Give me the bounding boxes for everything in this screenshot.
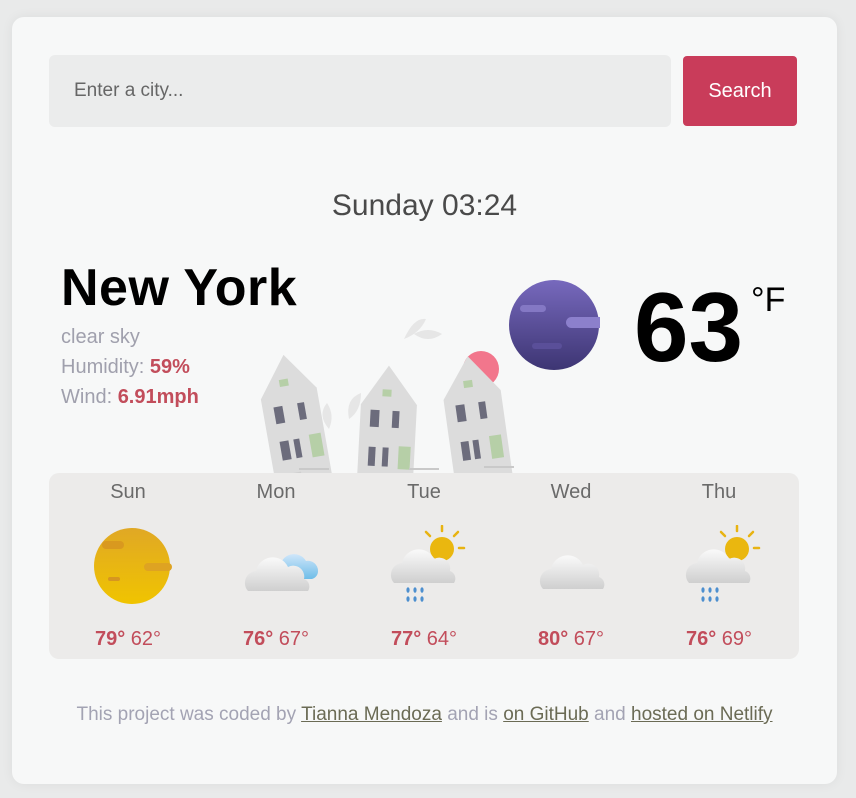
- forecast-temps: 76° 69°: [645, 628, 793, 651]
- forecast-max: 76°: [685, 628, 717, 650]
- wind-value: 6.91mph: [117, 386, 199, 408]
- forecast-min: 67°: [573, 628, 605, 650]
- houses-illustration: [234, 318, 544, 494]
- forecast-day-name: Thu: [701, 481, 737, 503]
- sun-icon: [94, 528, 172, 604]
- wind-row: Wind: 6.91mph: [61, 382, 199, 412]
- forecast-day-thu: Thu 76° 69°: [645, 473, 793, 659]
- sun-rain-icon: [685, 525, 761, 602]
- temperature-unit: °F: [751, 281, 786, 319]
- footer: This project was coded by Tianna Mendoza…: [12, 704, 837, 726]
- description: clear sky: [61, 326, 140, 348]
- forecast-max: 80°: [537, 628, 569, 650]
- cloud-icon: [539, 555, 605, 589]
- forecast-day-name: Mon: [256, 481, 296, 503]
- forecast-day-mon: Mon 76° 67°: [202, 473, 350, 659]
- search-input[interactable]: [49, 55, 671, 127]
- forecast-min: 69°: [721, 628, 753, 650]
- forecast-temps: 80° 67°: [497, 628, 645, 651]
- sun-rain-icon: [390, 525, 466, 602]
- weather-details: clear sky Humidity: 59% Wind: 6.91mph: [61, 322, 199, 412]
- current-datetime: Sunday 03:24: [331, 189, 518, 222]
- netlify-link[interactable]: hosted on Netlify: [631, 704, 773, 725]
- cloud-icon: [244, 554, 319, 591]
- forecast-min: 64°: [426, 628, 458, 650]
- forecast-temps: 77° 64°: [350, 628, 498, 651]
- footer-text: This project was coded by: [76, 704, 297, 725]
- forecast-temps: 79° 62°: [54, 628, 202, 651]
- author-link[interactable]: Tianna Mendoza: [301, 704, 442, 725]
- footer-text: and is: [447, 704, 498, 725]
- current-temperature: 63: [634, 272, 744, 382]
- forecast-day-tue: Tue 77° 64°: [350, 473, 498, 659]
- forecast-panel: Sun 79° 62° Mon 76° 67° Tue 77° 64° Wed …: [49, 473, 799, 659]
- forecast-max: 79°: [94, 628, 126, 650]
- forecast-day-name: Wed: [550, 481, 592, 503]
- search-button[interactable]: Search: [683, 56, 797, 126]
- wind-label: Wind:: [61, 386, 113, 408]
- forecast-day-wed: Wed 80° 67°: [497, 473, 645, 659]
- forecast-day-name: Tue: [407, 481, 441, 503]
- forecast-min: 62°: [130, 628, 162, 650]
- forecast-day-name: Sun: [110, 481, 146, 503]
- moon-icon: [509, 280, 600, 370]
- github-link[interactable]: on GitHub: [503, 704, 589, 725]
- humidity-label: Humidity:: [61, 356, 145, 378]
- city-name: New York: [61, 259, 298, 317]
- humidity-value: 59%: [149, 356, 190, 378]
- forecast-day-sun: Sun 79° 62°: [54, 473, 202, 659]
- forecast-max: 76°: [242, 628, 274, 650]
- weather-card: Search Sunday 03:24: [12, 17, 837, 784]
- forecast-min: 67°: [278, 628, 310, 650]
- footer-text: and: [594, 704, 626, 725]
- forecast-temps: 76° 67°: [202, 628, 350, 651]
- forecast-max: 77°: [390, 628, 422, 650]
- humidity-row: Humidity: 59%: [61, 352, 199, 382]
